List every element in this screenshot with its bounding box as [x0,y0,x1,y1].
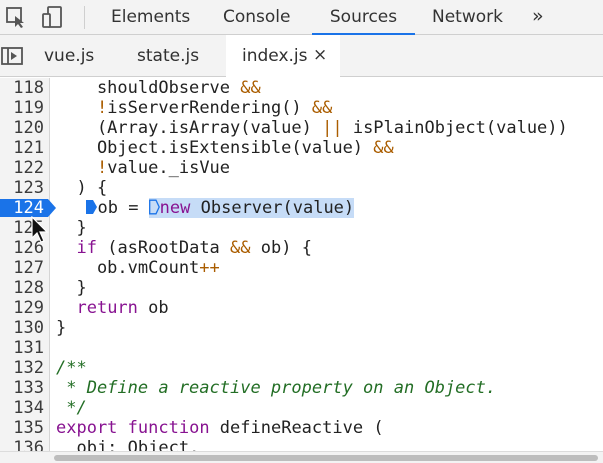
mouse-cursor-icon [31,216,49,243]
inspect-element-icon[interactable] [4,5,28,29]
code-text[interactable]: } [56,318,66,338]
code-line[interactable]: 126 if (asRootData && ob) { [0,238,603,258]
code-text[interactable]: shouldObserve && [56,78,261,98]
code-line[interactable]: 136 obj: Object, [0,438,603,451]
line-number[interactable]: 135 [0,418,44,438]
code-line[interactable]: 120 (Array.isArray(value) || isPlainObje… [0,118,603,138]
code-line[interactable]: 128 } [0,278,603,298]
line-number[interactable]: 124 [0,198,44,218]
code-line[interactable]: 118 shouldObserve && [0,78,603,98]
file-tabs-bar: vue.js state.js index.js × [0,35,603,78]
line-number[interactable]: 121 [0,138,44,158]
code-text[interactable]: ob.vmCount++ [56,258,220,278]
line-number[interactable]: 123 [0,178,44,198]
code-line[interactable]: 127 ob.vmCount++ [0,258,603,278]
code-text[interactable]: !isServerRendering() && [56,98,332,118]
line-number[interactable]: 120 [0,118,44,138]
code-text[interactable]: ob = new Observer(value) [56,198,355,218]
code-line[interactable]: 132 /** [0,358,603,378]
code-text[interactable]: !value._isVue [56,158,230,178]
code-line[interactable]: 134 */ [0,398,603,418]
line-number[interactable]: 134 [0,398,44,418]
toolbar-divider [84,6,85,29]
code-line[interactable]: 133 * Define a reactive property on an O… [0,378,603,398]
code-text[interactable]: return ob [56,298,168,318]
code-line[interactable]: 119 !isServerRendering() && [0,98,603,118]
line-number[interactable]: 119 [0,98,44,118]
horizontal-scrollbar[interactable] [0,451,603,463]
line-number[interactable]: 136 [0,438,44,451]
code-text[interactable]: * Define a reactive property on an Objec… [56,378,496,398]
tab-network[interactable]: Network [432,0,503,35]
line-number[interactable]: 122 [0,158,44,178]
tab-console[interactable]: Console [223,0,291,35]
code-line[interactable]: 130} [0,318,603,338]
code-text[interactable]: obj: Object, [56,438,199,451]
close-tab-icon[interactable]: × [313,35,327,77]
code-text[interactable]: */ [56,398,86,418]
line-number[interactable]: 118 [0,78,44,98]
line-number[interactable]: 133 [0,378,44,398]
code-line[interactable]: 122 !value._isVue [0,158,603,178]
device-toolbar-icon[interactable] [40,5,64,29]
inline-breakpoint-hint-icon[interactable] [148,199,160,215]
line-number[interactable]: 132 [0,358,44,378]
line-number[interactable]: 127 [0,258,44,278]
tab-elements[interactable]: Elements [111,0,190,35]
line-number[interactable]: 131 [0,338,44,358]
code-text[interactable]: if (asRootData && ob) { [56,238,311,258]
code-editor[interactable]: 118 shouldObserve && 119 !isServerRenderi… [0,78,603,451]
code-text[interactable]: } [56,278,86,298]
code-text[interactable]: ) { [56,178,107,198]
code-line[interactable]: 124 ob = new Observer(value) [0,198,603,218]
file-tab-vue-js[interactable]: vue.js [44,35,94,77]
code-line[interactable]: 131 [0,338,603,358]
line-number[interactable]: 130 [0,318,44,338]
more-tabs-button[interactable]: » [532,0,544,35]
scrollbar-thumb[interactable] [54,455,598,461]
inline-breakpoint-icon[interactable] [86,199,98,215]
code-text[interactable]: } [56,218,86,238]
code-text[interactable]: (Array.isArray(value) || isPlainObject(v… [56,118,568,138]
code-line[interactable]: 123 ) { [0,178,603,198]
code-text[interactable]: export function defineReactive ( [56,418,384,438]
devtools-toolbar: Elements Console Sources Network » [0,0,603,36]
code-line[interactable]: 129 return ob [0,298,603,318]
code-line[interactable]: 121 Object.isExtensible(value) && [0,138,603,158]
code-text[interactable]: /** [56,358,87,378]
code-line[interactable]: 135 export function defineReactive ( [0,418,603,438]
line-number[interactable]: 128 [0,278,44,298]
file-tab-state-js[interactable]: state.js [137,35,199,77]
code-text[interactable]: Object.isExtensible(value) && [56,138,394,158]
code-line[interactable]: 125 } [0,218,603,238]
toggle-navigator-icon[interactable] [0,44,24,68]
tab-sources[interactable]: Sources [312,0,415,36]
line-number[interactable]: 129 [0,298,44,318]
